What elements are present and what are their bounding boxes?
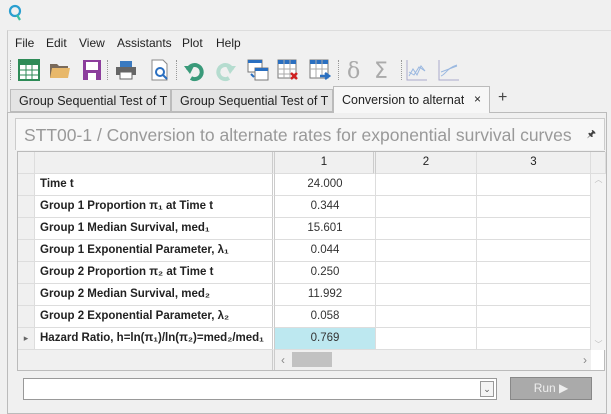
- append-table-icon[interactable]: [308, 58, 332, 82]
- table-cell[interactable]: [477, 262, 591, 284]
- table-cell[interactable]: [477, 306, 591, 328]
- table-cell[interactable]: 24.000: [275, 174, 376, 196]
- toolbar-separator: [338, 60, 339, 80]
- table-cell[interactable]: [376, 306, 477, 328]
- hscroll-spacer: [18, 350, 275, 370]
- scroll-left-icon[interactable]: ‹: [281, 353, 285, 367]
- table-cell[interactable]: 0.344: [275, 196, 376, 218]
- table-cell[interactable]: [477, 196, 591, 218]
- tab-3[interactable]: Conversion to alternate rates ×: [333, 86, 490, 113]
- menu-edit[interactable]: Edit: [46, 36, 67, 50]
- menu-file[interactable]: File: [15, 36, 34, 50]
- undo-icon[interactable]: [182, 58, 206, 82]
- chevron-down-icon[interactable]: ⌄: [480, 381, 494, 397]
- table-cell[interactable]: [376, 218, 477, 240]
- menu-view[interactable]: View: [79, 36, 105, 50]
- save-icon[interactable]: [80, 58, 104, 82]
- print-icon[interactable]: [114, 58, 138, 82]
- sigma-icon[interactable]: Σ: [371, 58, 395, 84]
- toolbar-separator: [401, 60, 402, 80]
- corner-header: [18, 152, 35, 174]
- scroll-up-icon[interactable]: ︿: [591, 174, 606, 185]
- table-cell[interactable]: [477, 240, 591, 262]
- tab-label: Conversion to alternate rates: [342, 93, 464, 107]
- table-cell[interactable]: 0.769: [275, 328, 376, 350]
- table-cell[interactable]: [376, 174, 477, 196]
- data-grid: 1 2 3 Time t 24.000 Group 1 Proportion π₁ at …: [17, 151, 606, 371]
- row-header[interactable]: [18, 284, 35, 306]
- table-cell[interactable]: [376, 196, 477, 218]
- scroll-right-icon[interactable]: ›: [583, 353, 587, 367]
- row-header[interactable]: [18, 306, 35, 328]
- row-label: Group 1 Median Survival, med₁: [35, 218, 275, 240]
- row-label: Group 1 Proportion π₁ at Time t: [35, 196, 275, 218]
- pin-icon[interactable]: 🖈: [587, 127, 596, 144]
- table-cell[interactable]: 0.058: [275, 306, 376, 328]
- toolbar-separator: [176, 60, 177, 80]
- column-header-2[interactable]: 2: [376, 152, 477, 174]
- delta-icon[interactable]: δ: [341, 58, 365, 84]
- table-cell[interactable]: [477, 328, 591, 350]
- table-cell[interactable]: 15.601: [275, 218, 376, 240]
- panel-title-bar: STT00-1 / Conversion to alternate rates …: [15, 118, 605, 150]
- row-header[interactable]: ▸: [18, 328, 35, 350]
- menu-assistants[interactable]: Assistants: [117, 36, 172, 50]
- table-cell[interactable]: [376, 262, 477, 284]
- table-cell[interactable]: 0.044: [275, 240, 376, 262]
- row-label: Group 2 Proportion π₂ at Time t: [35, 262, 275, 284]
- scrollbar-thumb[interactable]: [292, 352, 332, 367]
- table-cell[interactable]: [477, 218, 591, 240]
- close-tab-icon[interactable]: ×: [474, 92, 481, 106]
- vertical-scrollbar[interactable]: ︿ ﹀: [591, 174, 606, 350]
- table-cell[interactable]: [376, 328, 477, 350]
- row-label: Time t: [35, 174, 275, 196]
- column-header-3[interactable]: 3: [477, 152, 591, 174]
- table-cell[interactable]: [477, 174, 591, 196]
- table-cell[interactable]: [477, 284, 591, 306]
- scroll-header: [591, 152, 606, 174]
- insert-table-icon[interactable]: [246, 58, 270, 82]
- run-button[interactable]: Run ▶: [510, 377, 592, 400]
- scroll-down-icon[interactable]: ﹀: [591, 339, 606, 350]
- row-label: Group 1 Exponential Parameter, λ₁: [35, 240, 275, 262]
- menu-plot[interactable]: Plot: [182, 36, 203, 50]
- open-folder-icon[interactable]: [48, 58, 72, 82]
- row-header[interactable]: [18, 240, 35, 262]
- tab-2[interactable]: Group Sequential Test of T: [171, 89, 333, 112]
- svg-text:δ: δ: [347, 59, 360, 82]
- column-header-1[interactable]: 1: [275, 152, 376, 174]
- delete-table-icon[interactable]: [276, 58, 300, 82]
- app-logo-icon: [8, 4, 22, 21]
- tab-1[interactable]: Group Sequential Test of T: [10, 89, 171, 112]
- row-header[interactable]: [18, 196, 35, 218]
- table-cell[interactable]: 11.992: [275, 284, 376, 306]
- panel-title: STT00-1 / Conversion to alternate rates …: [24, 125, 572, 145]
- svg-text:Σ: Σ: [374, 59, 388, 82]
- menu-help[interactable]: Help: [216, 36, 241, 50]
- table-cell[interactable]: [376, 284, 477, 306]
- toolbar-grip: [10, 60, 11, 80]
- line-chart-icon[interactable]: [405, 58, 429, 82]
- command-combo[interactable]: ⌄: [23, 378, 497, 400]
- tab-label: Group Sequential Test of T: [19, 94, 167, 108]
- row-label: Group 2 Exponential Parameter, λ₂: [35, 306, 275, 328]
- row-header[interactable]: [18, 174, 35, 196]
- row-header[interactable]: [18, 218, 35, 240]
- row-label-header: [35, 152, 275, 174]
- horizontal-scrollbar[interactable]: ‹ ›: [275, 350, 591, 370]
- redo-icon[interactable]: [214, 58, 238, 82]
- row-label: Group 2 Median Survival, med₂: [35, 284, 275, 306]
- row-header[interactable]: [18, 262, 35, 284]
- tab-label: Group Sequential Test of T: [180, 94, 328, 108]
- area-chart-icon[interactable]: [437, 58, 461, 82]
- table-cell[interactable]: 0.250: [275, 262, 376, 284]
- row-label: Hazard Ratio, h=ln(π₁)/ln(π₂)=med₂/med₁: [35, 328, 275, 350]
- new-table-icon[interactable]: [17, 58, 41, 82]
- print-preview-icon[interactable]: [148, 58, 172, 82]
- toolbar-separator: [107, 60, 108, 80]
- table-cell[interactable]: [376, 240, 477, 262]
- new-tab-button[interactable]: +: [498, 89, 507, 107]
